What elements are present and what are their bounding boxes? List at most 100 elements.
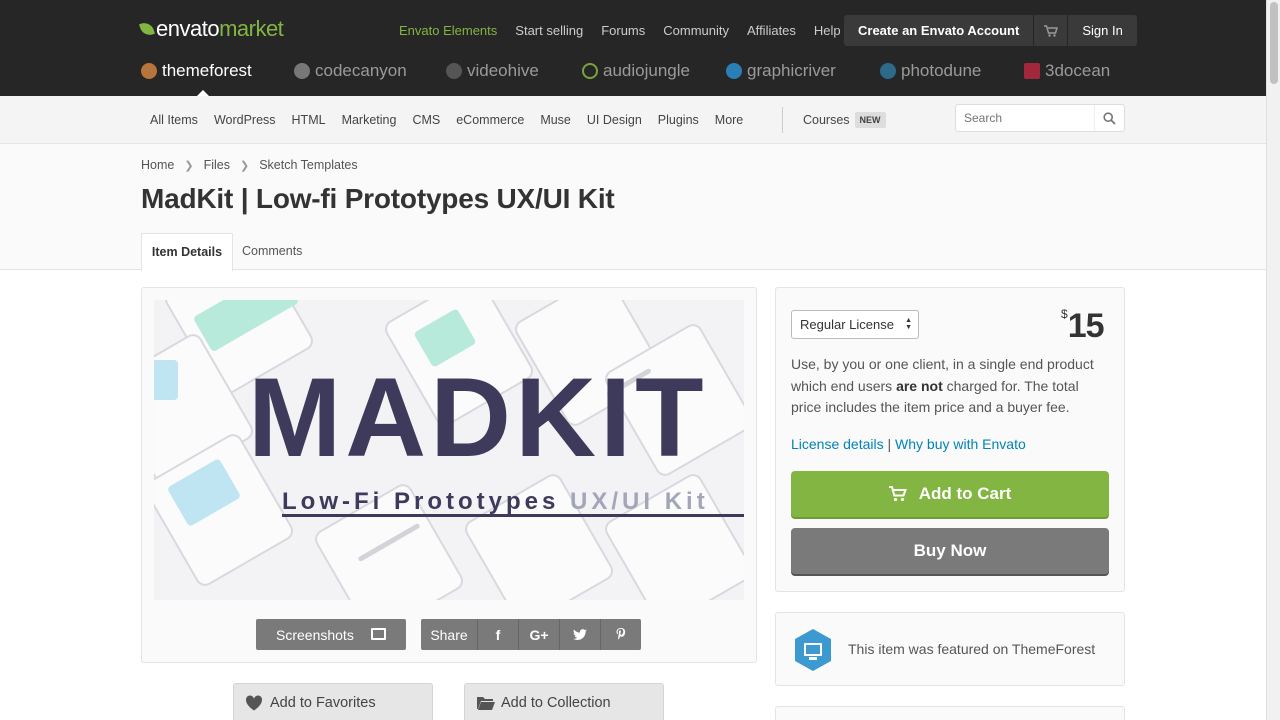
google-plus-icon[interactable]: G+ [518, 619, 559, 650]
image-icon [371, 628, 386, 640]
nav-affiliates[interactable]: Affiliates [747, 22, 796, 40]
create-account-button[interactable]: Create an Envato Account [844, 15, 1035, 46]
cat-wordpress[interactable]: WordPress [214, 112, 276, 128]
cat-ecommerce[interactable]: eCommerce [456, 112, 524, 128]
site-label: videohive [467, 61, 539, 80]
hero-underline [282, 514, 744, 517]
pinterest-icon[interactable] [600, 619, 641, 650]
search-icon [1103, 111, 1116, 125]
account-bar: Create an Envato Account Sign In [844, 15, 1137, 46]
price-value: 15 [1067, 307, 1105, 345]
cat-more[interactable]: More [715, 112, 743, 128]
site-label: themeforest [162, 61, 252, 80]
cat-plugins[interactable]: Plugins [658, 112, 699, 128]
search-button[interactable] [1094, 105, 1124, 131]
buy-now-button[interactable]: Buy Now [791, 528, 1109, 574]
nav-community[interactable]: Community [663, 22, 729, 40]
facebook-icon[interactable]: f [477, 619, 518, 650]
add-to-collection-button[interactable]: Add to Collection [464, 683, 664, 720]
site-codecanyon[interactable]: codecanyon [294, 61, 407, 81]
nav-forums[interactable]: Forums [601, 22, 645, 40]
hero-title: MADKIT [248, 355, 708, 480]
breadcrumb-sketch-templates[interactable]: Sketch Templates [259, 158, 357, 172]
site-3docean[interactable]: 3docean [1024, 61, 1110, 81]
cart-icon [1043, 24, 1058, 37]
cat-all-items[interactable]: All Items [150, 112, 198, 128]
envato-market-logo[interactable]: envato market [138, 16, 284, 42]
cat-html[interactable]: HTML [292, 112, 326, 128]
collection-label: Add to Collection [501, 695, 611, 711]
featured-notice: This item was featured on ThemeForest [775, 612, 1125, 686]
next-panel [775, 706, 1125, 720]
share-bar: Share f G+ [421, 619, 641, 650]
blue-panel [154, 360, 178, 400]
why-buy-link[interactable]: Why buy with Envato [895, 436, 1026, 452]
nav-help[interactable]: Help [814, 22, 841, 40]
heart-icon [245, 695, 263, 711]
cat-courses[interactable]: Courses NEW [803, 112, 886, 128]
item-preview-image[interactable]: MADKIT Low-Fi Prototypes UX/UI Kit [154, 300, 744, 600]
category-nav: All Items WordPress HTML Marketing CMS e… [150, 112, 759, 128]
favorites-label: Add to Favorites [270, 695, 376, 711]
breadcrumb-files[interactable]: Files [204, 158, 230, 172]
courses-label: Courses [803, 113, 850, 127]
chevron-right-icon: ❯ [239, 159, 250, 172]
graphicriver-icon [726, 63, 742, 79]
site-photodune[interactable]: photodune [880, 61, 981, 81]
screenshots-button[interactable]: Screenshots [256, 619, 406, 650]
audiojungle-icon [582, 63, 598, 79]
price: $15 [1061, 307, 1105, 346]
page-title: MadKit | Low-fi Prototypes UX/UI Kit [141, 183, 615, 214]
cat-muse[interactable]: Muse [540, 112, 571, 128]
license-details-link[interactable]: License details [791, 436, 884, 452]
envato-leaf-icon [138, 20, 156, 38]
license-links: License details | Why buy with Envato [791, 436, 1026, 452]
featured-badge-icon [795, 629, 831, 671]
themeforest-icon [141, 63, 157, 79]
site-audiojungle[interactable]: audiojungle [582, 61, 690, 81]
top-bar: envato market Envato Elements Start selli… [0, 0, 1266, 96]
tab-comments[interactable]: Comments [242, 244, 302, 258]
videohive-icon [446, 63, 462, 79]
cart-button[interactable] [1034, 15, 1069, 46]
nav-envato-elements[interactable]: Envato Elements [399, 22, 497, 40]
license-description: Use, by you or one client, in a single e… [791, 354, 1109, 419]
codecanyon-icon [294, 63, 310, 79]
breadcrumb: Home ❯ Files ❯ Sketch Templates [141, 158, 358, 172]
site-label: 3docean [1045, 61, 1111, 80]
cat-ui-design[interactable]: UI Design [587, 112, 642, 128]
cart-icon [888, 486, 907, 502]
chevron-right-icon: ❯ [184, 159, 194, 172]
search-input[interactable] [956, 105, 1094, 131]
add-to-cart-button[interactable]: Add to Cart [791, 471, 1109, 517]
top-nav: Envato Elements Start selling Forums Com… [399, 22, 859, 40]
3docean-icon [1024, 63, 1040, 79]
site-label: photodune [901, 61, 982, 80]
site-videohive[interactable]: videohive [446, 61, 539, 81]
sign-in-button[interactable]: Sign In [1068, 15, 1136, 46]
site-label: codecanyon [315, 61, 407, 80]
featured-text: This item was featured on ThemeForest [848, 641, 1096, 657]
cat-marketing[interactable]: Marketing [342, 112, 397, 128]
site-label: graphicriver [747, 61, 836, 80]
buy-now-label: Buy Now [913, 541, 987, 560]
twitter-icon[interactable] [559, 619, 600, 650]
site-themeforest[interactable]: themeforest [141, 61, 252, 81]
cat-cms[interactable]: CMS [412, 112, 440, 128]
logo-envato-text: envato [156, 16, 220, 41]
photodune-icon [880, 63, 896, 79]
screenshots-label: Screenshots [276, 626, 354, 643]
license-select[interactable]: Regular License ▲ ▼ [791, 310, 919, 339]
desc-bold: are not [896, 377, 943, 394]
tab-item-details[interactable]: Item Details [141, 233, 233, 271]
search-box [955, 104, 1125, 132]
scrollbar-thumb[interactable] [1270, 2, 1278, 84]
site-graphicriver[interactable]: graphicriver [726, 61, 836, 81]
breadcrumb-home[interactable]: Home [141, 158, 174, 172]
add-to-favorites-button[interactable]: Add to Favorites [233, 683, 433, 720]
nav-start-selling[interactable]: Start selling [515, 22, 583, 40]
page-scrollbar[interactable] [1266, 0, 1280, 720]
price-currency: $ [1061, 307, 1068, 321]
add-to-cart-label: Add to Cart [918, 484, 1012, 503]
hero-subtitle-light: UX/UI Kit [570, 488, 709, 515]
